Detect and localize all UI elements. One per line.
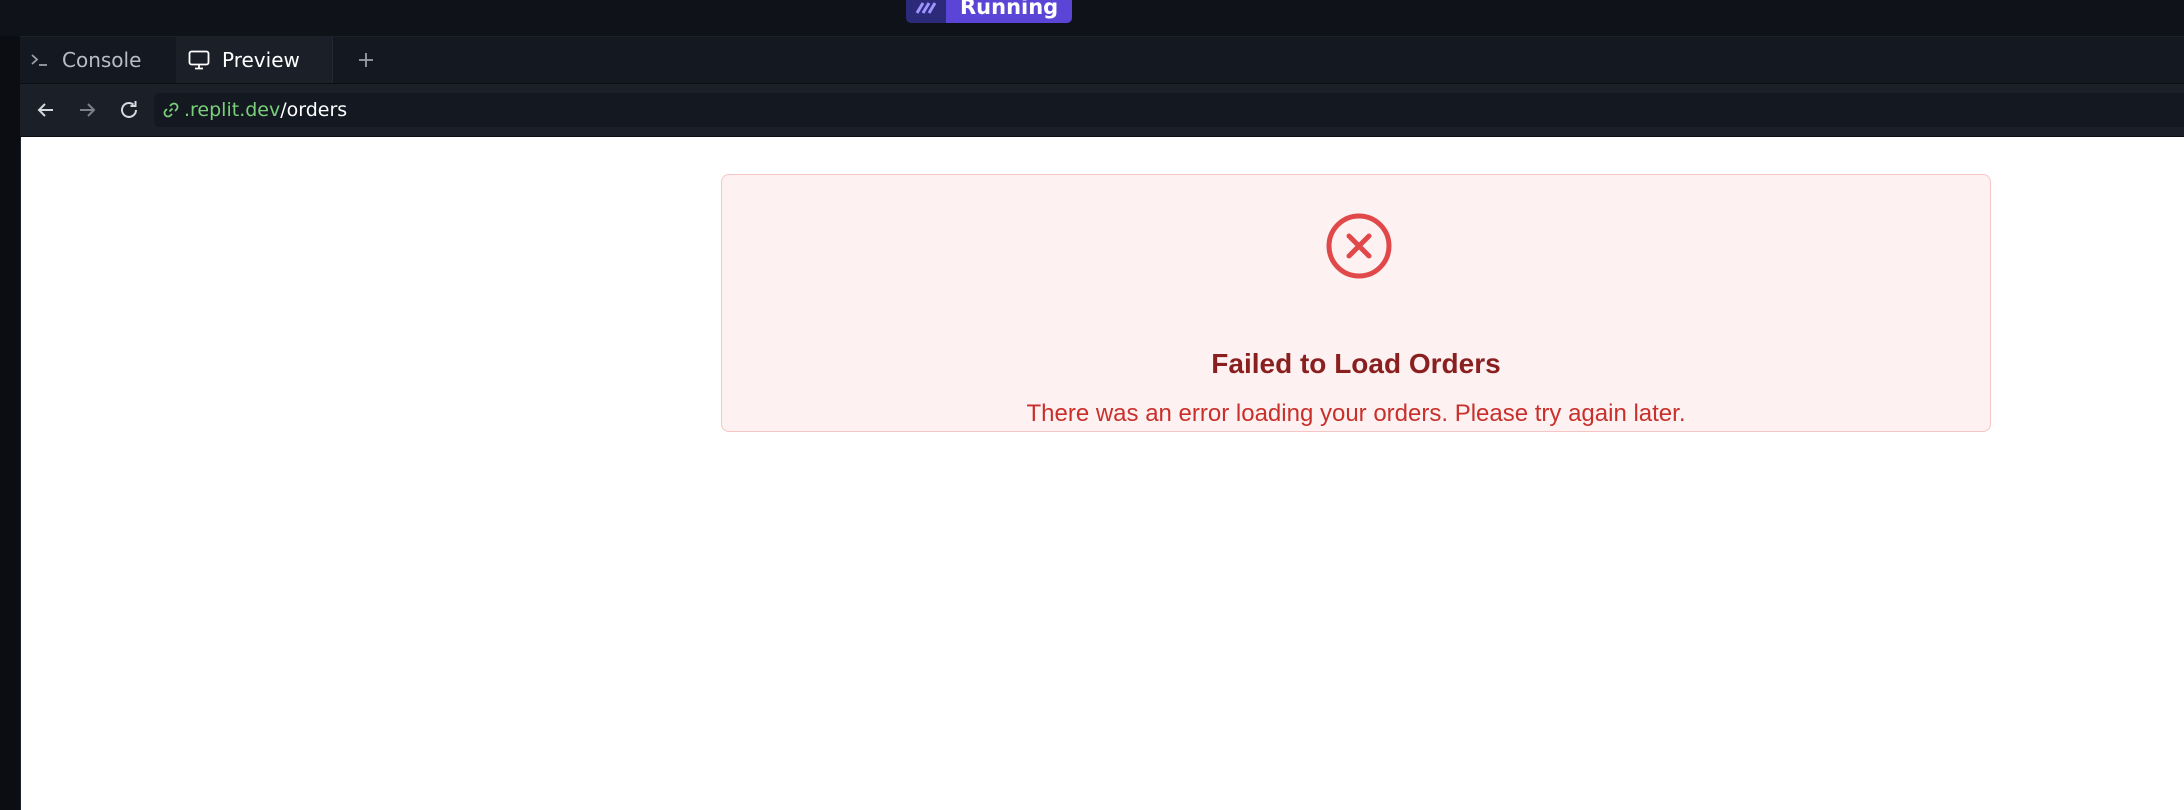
forward-button[interactable]	[69, 84, 105, 136]
tab-preview-label: Preview	[222, 48, 300, 72]
preview-navigation-bar: .replit.dev/orders	[20, 84, 2184, 137]
url-host: .replit.dev	[184, 99, 281, 121]
run-control[interactable]: Running	[906, 0, 1073, 23]
x-circle-icon	[1325, 212, 1393, 284]
error-title: Failed to Load Orders	[1211, 348, 1501, 379]
reload-icon	[121, 101, 137, 118]
tab-console[interactable]: Console	[20, 37, 176, 83]
preview-viewport: Failed to Load Orders There was an error…	[21, 137, 2184, 810]
url-path: /orders	[280, 99, 348, 121]
running-button[interactable]: Running	[946, 0, 1073, 23]
error-alert: Failed to Load Orders There was an error…	[721, 174, 1991, 432]
plus-icon	[359, 53, 373, 67]
back-button[interactable]	[28, 84, 64, 136]
arrow-left-icon	[37, 103, 53, 117]
arrow-right-icon	[80, 103, 96, 117]
url-field[interactable]: .replit.dev/orders	[154, 93, 2184, 127]
left-gutter	[0, 36, 21, 810]
pane-tab-bar: Console Preview	[20, 37, 2184, 84]
link-icon	[162, 101, 180, 119]
terminal-icon	[30, 52, 50, 68]
error-message: There was an error loading your orders. …	[1026, 400, 1686, 427]
reload-button[interactable]	[111, 84, 147, 136]
workspace-top-bar: Running	[0, 0, 2184, 37]
tab-console-label: Console	[62, 48, 142, 72]
monitor-icon	[188, 50, 210, 70]
replit-agent-icon[interactable]	[906, 0, 946, 23]
new-tab-button[interactable]	[346, 37, 386, 83]
tab-preview[interactable]: Preview	[176, 37, 333, 83]
